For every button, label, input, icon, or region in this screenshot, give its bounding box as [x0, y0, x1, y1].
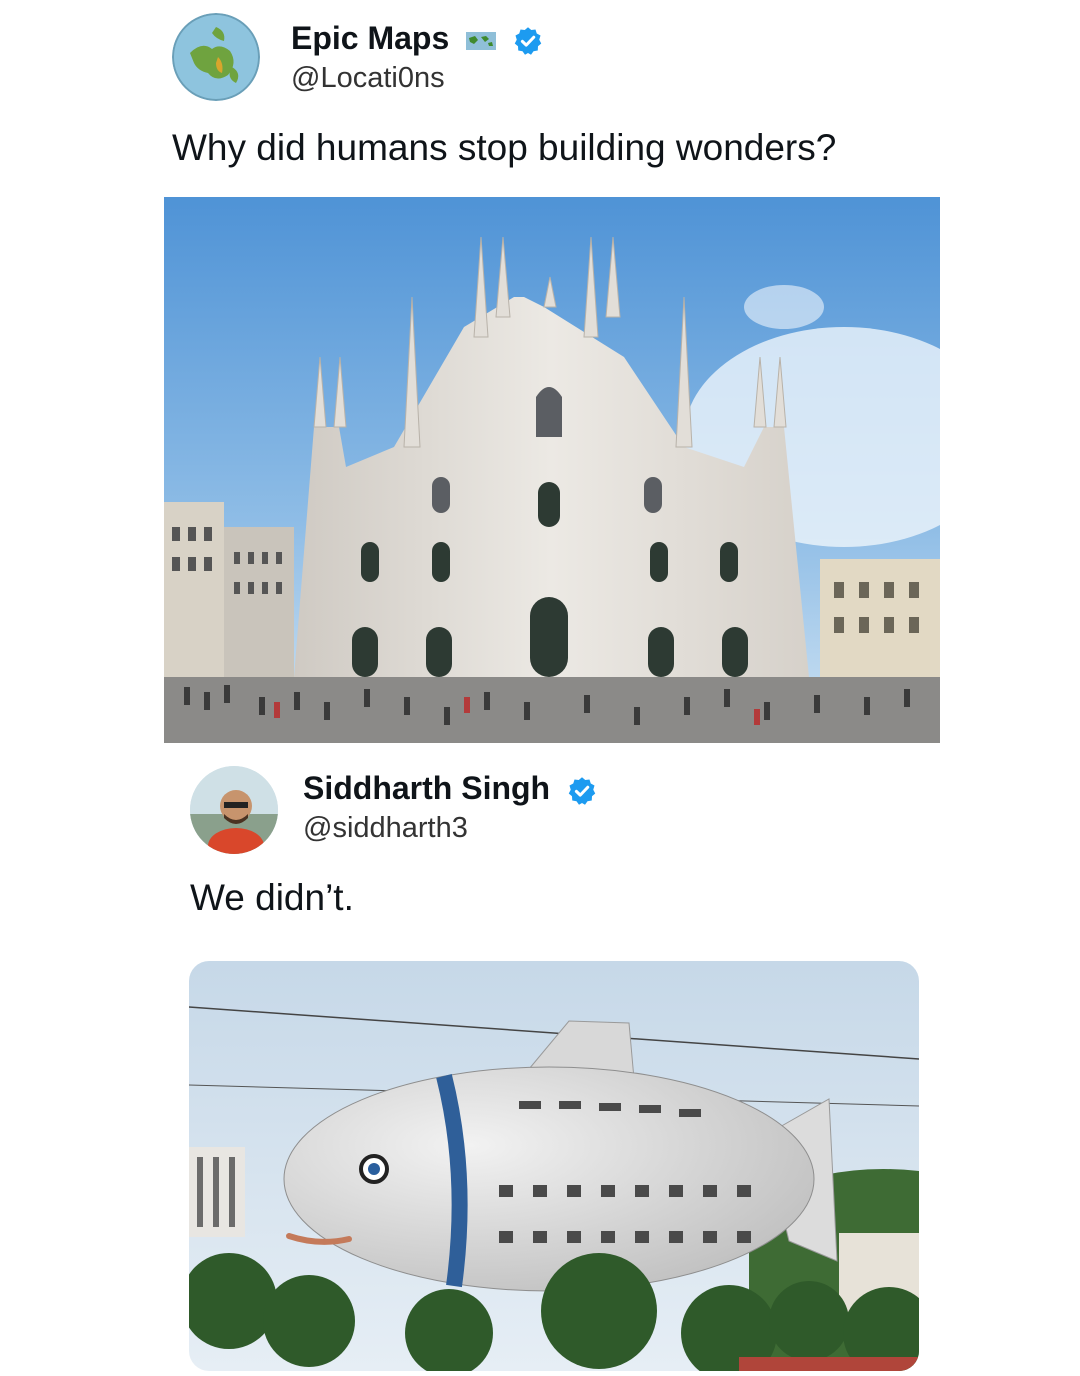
cathedral-photo — [164, 197, 940, 743]
tweet1-handle[interactable]: @Locati0ns — [291, 62, 445, 94]
world-map-emoji-icon — [466, 31, 497, 50]
tweet2-text: We didn’t. — [190, 877, 354, 918]
tweet1-text: Why did humans stop building wonders? — [172, 127, 837, 168]
globe-map-icon — [172, 13, 260, 101]
tweet2-display-name[interactable]: Siddharth Singh — [303, 770, 550, 806]
siddharth-avatar[interactable] — [190, 766, 278, 854]
profile-photo-icon — [190, 766, 278, 854]
tweet2-name-row: Siddharth Singh — [303, 770, 597, 806]
tweet1-display-name[interactable]: Epic Maps — [291, 20, 449, 56]
tweet2-photo[interactable] — [189, 961, 919, 1371]
fish-building-photo — [189, 961, 919, 1371]
verified-badge-icon — [514, 26, 542, 55]
tweet1-photo[interactable] — [164, 197, 940, 743]
verified-badge-icon — [568, 776, 596, 805]
tweet2-handle[interactable]: @siddharth3 — [303, 812, 468, 844]
epic-maps-avatar[interactable] — [172, 13, 260, 101]
tweet1-name-row: Epic Maps — [291, 20, 543, 56]
